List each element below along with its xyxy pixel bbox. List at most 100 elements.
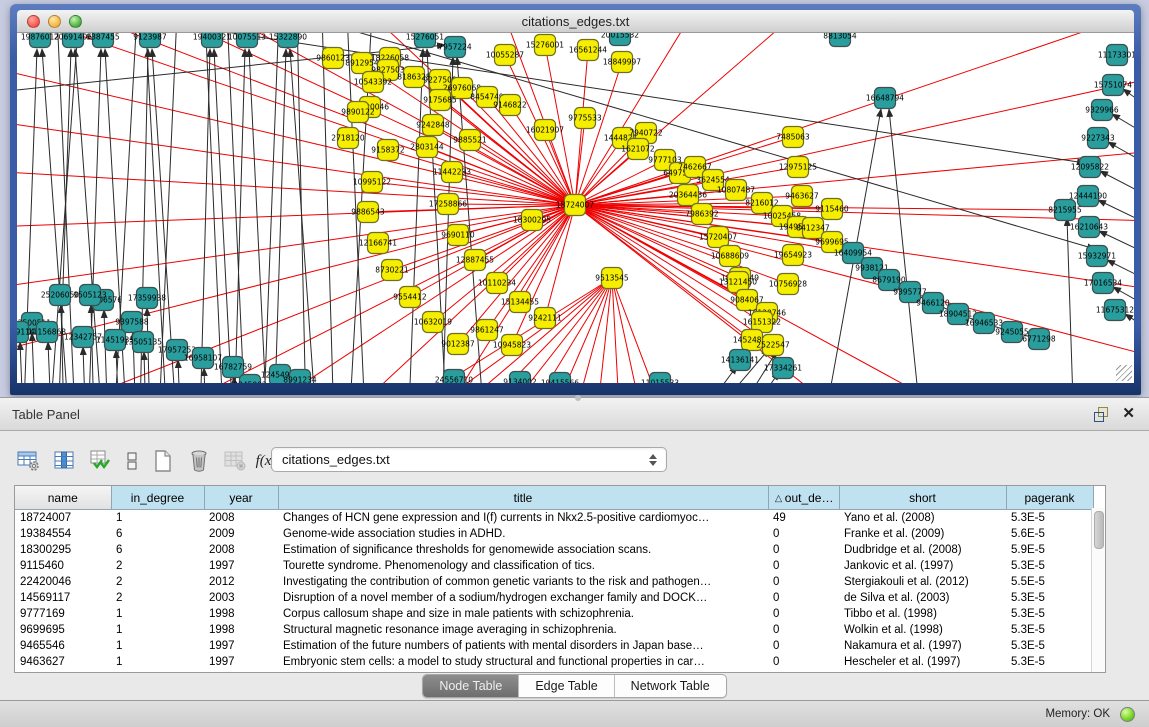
graph-node[interactable]: 9158372 bbox=[371, 140, 405, 161]
table-cell[interactable]: 5.3E-5 bbox=[1006, 622, 1093, 638]
table-cell[interactable]: 2 bbox=[111, 558, 204, 574]
table-cell[interactable]: 5.3E-5 bbox=[1006, 558, 1093, 574]
column-header-short[interactable]: short bbox=[839, 486, 1006, 510]
graph-node[interactable]: 9115460 bbox=[815, 199, 849, 220]
table-cell[interactable]: 9699695 bbox=[15, 622, 111, 638]
graph-node[interactable]: 15720407 bbox=[699, 227, 737, 248]
graph-node[interactable]: 24556710 bbox=[435, 370, 473, 384]
graph-node[interactable]: 19654923 bbox=[774, 245, 812, 266]
column-header-title[interactable]: title bbox=[278, 486, 768, 510]
graph-node[interactable]: 2803144 bbox=[410, 137, 444, 158]
table-cell[interactable]: 5.5E-5 bbox=[1006, 574, 1093, 590]
graph-node[interactable]: 8215955 bbox=[1048, 200, 1082, 221]
table-cell[interactable]: 0 bbox=[768, 606, 839, 622]
tab-node-table[interactable]: Node Table bbox=[423, 675, 519, 697]
graph-node[interactable]: 12166741 bbox=[359, 233, 397, 254]
close-panel-icon[interactable]: ✕ bbox=[1122, 407, 1135, 421]
table-cell[interactable]: 2 bbox=[111, 590, 204, 606]
column-header-pagerank[interactable]: pagerank bbox=[1006, 486, 1093, 510]
table-settings-icon[interactable] bbox=[14, 447, 44, 475]
table-cell[interactable]: 9465546 bbox=[15, 638, 111, 654]
table-cell[interactable]: 0 bbox=[768, 654, 839, 670]
table-cell[interactable]: Estimation of significance thresholds fo… bbox=[278, 542, 768, 558]
graph-node[interactable]: 7485063 bbox=[776, 127, 810, 148]
graph-node[interactable]: 8730221 bbox=[375, 260, 409, 281]
graph-node[interactable]: 10995122 bbox=[353, 172, 391, 193]
table-cell[interactable]: Jankovic et al. (1997) bbox=[839, 558, 1006, 574]
tab-edge-table[interactable]: Edge Table bbox=[519, 675, 614, 697]
graph-node[interactable]: 15751074 bbox=[1094, 75, 1132, 96]
table-cell[interactable]: 49 bbox=[768, 510, 839, 527]
zoom-window-icon[interactable] bbox=[69, 15, 82, 28]
table-cell[interactable]: 1 bbox=[111, 622, 204, 638]
table-row[interactable]: 911546021997Tourette syndrome. Phenomeno… bbox=[15, 558, 1093, 574]
table-row[interactable]: 2242004622012Investigating the contribut… bbox=[15, 574, 1093, 590]
graph-node[interactable]: 11675312 bbox=[1096, 300, 1134, 321]
table-cell[interactable]: 0 bbox=[768, 590, 839, 606]
table-row[interactable]: 1872400712008Changes of HCN gene express… bbox=[15, 510, 1093, 527]
table-cell[interactable]: 5.3E-5 bbox=[1006, 590, 1093, 606]
table-row[interactable]: 946554611997Estimation of the future num… bbox=[15, 638, 1093, 654]
graph-node[interactable]: 10756928 bbox=[769, 274, 807, 295]
table-row[interactable]: 1830029562008Estimation of significance … bbox=[15, 542, 1093, 558]
table-cell[interactable]: 1997 bbox=[204, 654, 278, 670]
table-cell[interactable]: 18724007 bbox=[15, 510, 111, 527]
graph-node[interactable]: 15322890 bbox=[269, 33, 307, 48]
table-cell[interactable]: 6 bbox=[111, 542, 204, 558]
table-cell[interactable]: 0 bbox=[768, 574, 839, 590]
graph-node[interactable]: 8813054 bbox=[823, 33, 857, 47]
graph-node[interactable]: 10688609 bbox=[711, 246, 749, 267]
table-row[interactable]: 946362711997Embryonic stem cells: a mode… bbox=[15, 654, 1093, 670]
graph-node[interactable]: 16561244 bbox=[569, 40, 607, 61]
graph-node[interactable]: 15932971 bbox=[1078, 246, 1116, 267]
tab-network-table[interactable]: Network Table bbox=[615, 675, 726, 697]
table-cell[interactable]: 14569117 bbox=[15, 590, 111, 606]
graph-node[interactable]: 9329966 bbox=[1085, 100, 1119, 121]
graph-node[interactable]: 10055287 bbox=[486, 45, 524, 66]
canvas-resize-grip[interactable] bbox=[1116, 365, 1132, 381]
table-cell[interactable]: 2012 bbox=[204, 574, 278, 590]
graph-node[interactable]: 9134002 bbox=[503, 372, 537, 384]
show-column-icon[interactable] bbox=[50, 447, 80, 475]
table-scrollbar[interactable] bbox=[1091, 508, 1105, 672]
table-cell[interactable]: Yano et al. (2008) bbox=[839, 510, 1006, 527]
graph-node[interactable]: 16648794 bbox=[866, 88, 904, 109]
graph-node[interactable]: 11173301 bbox=[1098, 45, 1134, 66]
table-cell[interactable]: Structural magnetic resonance image aver… bbox=[278, 622, 768, 638]
table-cell[interactable]: Changes of HCN gene expression and I(f) … bbox=[278, 510, 768, 527]
table-cell[interactable]: 5.9E-5 bbox=[1006, 542, 1093, 558]
table-cell[interactable]: 5.3E-5 bbox=[1006, 654, 1093, 670]
table-cell[interactable]: 2008 bbox=[204, 510, 278, 527]
network-window-titlebar[interactable]: citations_edges.txt bbox=[17, 10, 1134, 33]
table-cell[interactable]: 22420046 bbox=[15, 574, 111, 590]
graph-node[interactable]: 19400321 bbox=[193, 33, 231, 48]
table-cell[interactable]: 1998 bbox=[204, 606, 278, 622]
graph-node[interactable]: 9227343 bbox=[1081, 128, 1115, 149]
float-panel-icon[interactable] bbox=[1094, 407, 1108, 421]
graph-node[interactable]: 9242848 bbox=[416, 115, 450, 136]
table-cell[interactable]: Estimation of the future numbers of pati… bbox=[278, 638, 768, 654]
column-header-in_degree[interactable]: in_degree bbox=[111, 486, 204, 510]
graph-node[interactable]: 17016534 bbox=[1084, 273, 1122, 294]
table-cell[interactable]: 6 bbox=[111, 526, 204, 542]
table-cell[interactable]: 1997 bbox=[204, 638, 278, 654]
table-cell[interactable]: Franke et al. (2009) bbox=[839, 526, 1006, 542]
graph-node[interactable]: 10415566 bbox=[541, 373, 579, 384]
close-window-icon[interactable] bbox=[27, 15, 40, 28]
table-cell[interactable]: 2008 bbox=[204, 542, 278, 558]
network-canvas[interactable]: 1872400798601238912954182260589827503818… bbox=[17, 33, 1134, 383]
table-cell[interactable]: 5.3E-5 bbox=[1006, 606, 1093, 622]
new-column-icon[interactable] bbox=[148, 447, 178, 475]
network-view-window[interactable]: citations_edges.txt 18724007986012389129… bbox=[10, 4, 1141, 395]
table-cell[interactable]: Tourette syndrome. Phenomenology and cla… bbox=[278, 558, 768, 574]
table-cell[interactable]: Dudbridge et al. (2008) bbox=[839, 542, 1006, 558]
graph-node[interactable]: 9387455 bbox=[86, 33, 120, 48]
table-cell[interactable]: Embryonic stem cells: a model to study s… bbox=[278, 654, 768, 670]
table-cell[interactable]: 1998 bbox=[204, 622, 278, 638]
table-cell[interactable]: 1 bbox=[111, 510, 204, 527]
table-cell[interactable]: Wolkin et al. (1998) bbox=[839, 622, 1006, 638]
table-row[interactable]: 1456911722003Disruption of a novel membe… bbox=[15, 590, 1093, 606]
table-cell[interactable]: 5.6E-5 bbox=[1006, 526, 1093, 542]
column-header-year[interactable]: year bbox=[204, 486, 278, 510]
table-cell[interactable]: Tibbo et al. (1998) bbox=[839, 606, 1006, 622]
